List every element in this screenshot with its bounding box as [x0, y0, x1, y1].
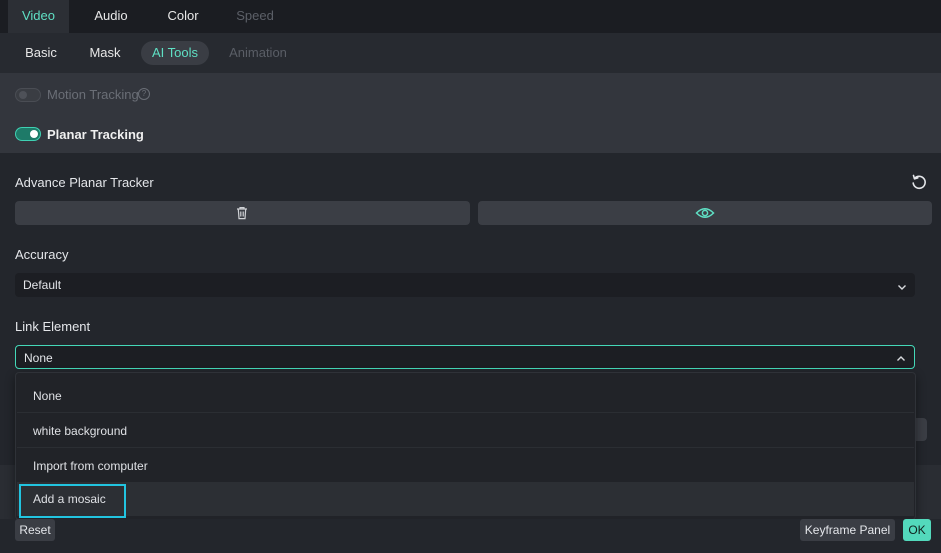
accuracy-label: Accuracy: [15, 247, 69, 262]
keyframe-panel-button[interactable]: Keyframe Panel: [800, 519, 895, 541]
motion-tracking-toggle[interactable]: [15, 88, 41, 102]
link-element-label: Link Element: [15, 319, 91, 334]
trash-icon: [235, 206, 249, 223]
link-element-select[interactable]: None: [15, 345, 915, 369]
accuracy-value: Default: [23, 278, 62, 292]
planar-tracking-toggle[interactable]: [15, 127, 41, 141]
chevron-down-icon: [897, 280, 907, 295]
accuracy-select[interactable]: Default: [15, 273, 915, 297]
reset-icon[interactable]: [910, 173, 928, 191]
highlight-box: [19, 484, 126, 518]
link-element-dropdown: None white background Import from comput…: [15, 372, 916, 520]
subtab-mask[interactable]: Mask: [80, 41, 130, 65]
motion-tracking-label: Motion Tracking: [47, 87, 139, 102]
delete-tracker-button[interactable]: [15, 201, 470, 225]
subtab-ai-tools[interactable]: AI Tools: [141, 41, 209, 65]
subtab-animation[interactable]: Animation: [222, 41, 294, 65]
advance-planar-tracker-title: Advance Planar Tracker: [15, 175, 154, 190]
chevron-up-icon: [896, 352, 906, 367]
option-none[interactable]: None: [17, 379, 914, 413]
tab-audio[interactable]: Audio: [80, 0, 142, 33]
eye-icon: [695, 206, 715, 223]
toggle-visibility-button[interactable]: [478, 201, 932, 225]
link-element-value: None: [24, 351, 53, 365]
subtab-basic[interactable]: Basic: [16, 41, 66, 65]
ok-button[interactable]: OK: [903, 519, 931, 541]
reset-button[interactable]: Reset: [15, 519, 55, 541]
help-icon[interactable]: ?: [138, 88, 150, 100]
tab-color[interactable]: Color: [152, 0, 214, 33]
option-white-background[interactable]: white background: [17, 414, 914, 448]
tab-speed[interactable]: Speed: [224, 0, 286, 33]
tab-video[interactable]: Video: [8, 0, 69, 33]
option-import-from-computer[interactable]: Import from computer: [17, 449, 914, 483]
option-add-a-mosaic[interactable]: Add a mosaic: [17, 482, 914, 516]
planar-tracking-label: Planar Tracking: [47, 127, 144, 142]
